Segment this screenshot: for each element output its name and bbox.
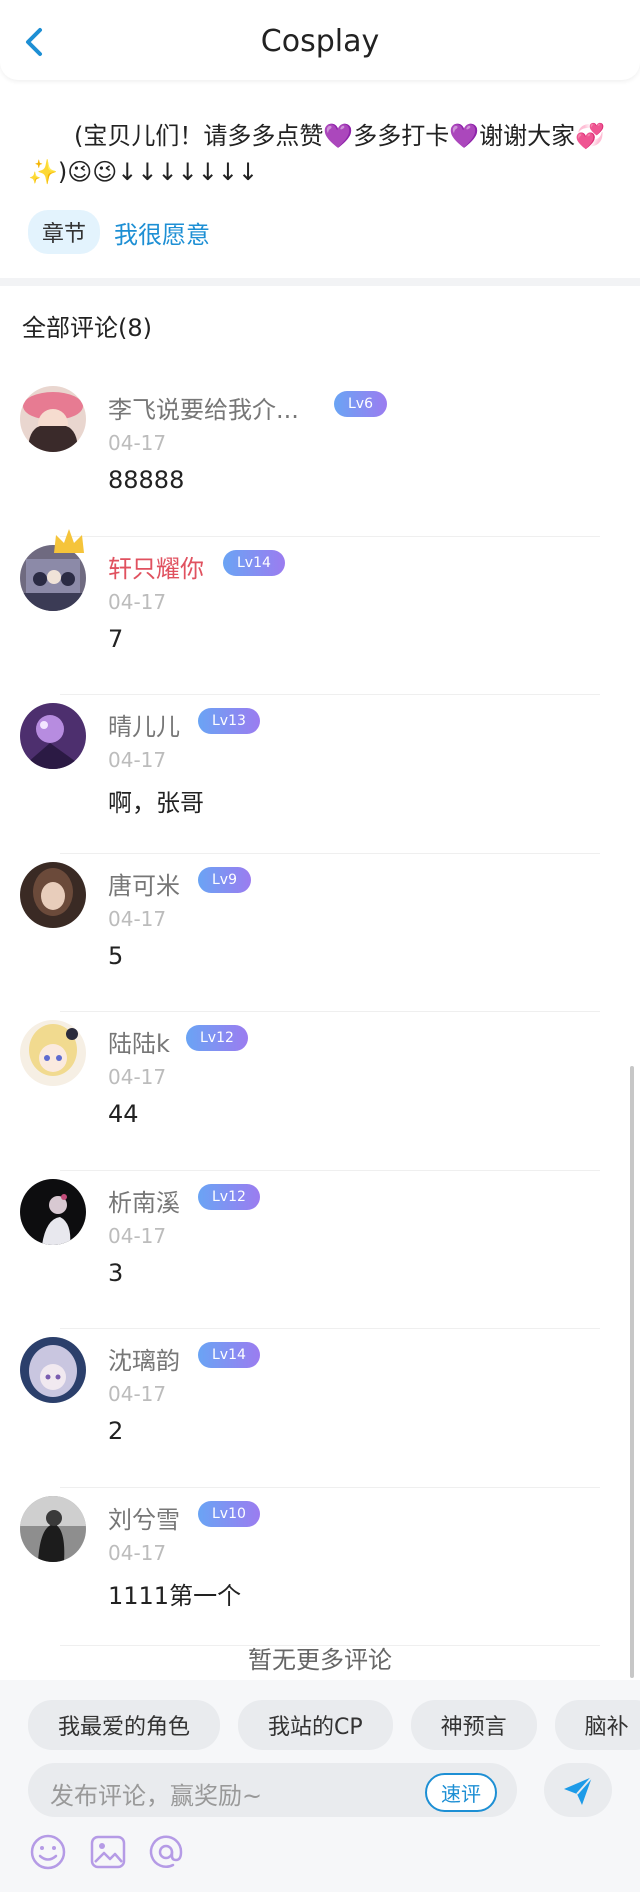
emoji-icon[interactable] xyxy=(28,1832,68,1872)
avatar[interactable] xyxy=(20,386,86,452)
avatar[interactable] xyxy=(20,861,86,928)
level-badge: Lv6 xyxy=(334,391,387,417)
post-body: (宝贝儿们！请多多点赞💜多多打卡💜谢谢大家💞✨)😉😉↓↓↓↓↓↓↓ xyxy=(28,118,608,190)
quick-tag[interactable]: 我最爱的角色 xyxy=(28,1700,221,1750)
comment-user-name[interactable]: 轩只耀你 xyxy=(108,549,204,584)
comment-composer: 我最爱的角色 我站的CP 神预言 脑补 发布评论，赢奖励~ 速评 xyxy=(0,1680,640,1892)
no-more-comments: 暂无更多评论 xyxy=(248,1646,392,1674)
scrollbar[interactable] xyxy=(630,1066,634,1678)
comment-date: 04-17 xyxy=(108,906,167,931)
level-badge: Lv12 xyxy=(186,1025,248,1051)
comment-input-placeholder: 发布评论，赢奖励~ xyxy=(50,1782,263,1810)
comment-date: 04-17 xyxy=(108,1065,167,1089)
mention-icon[interactable] xyxy=(146,1832,186,1872)
post-text: (宝贝儿们！请多多点赞💜多多打卡💜谢谢大家💞✨)😉😉↓↓↓↓↓↓↓ xyxy=(28,122,606,186)
quick-tag[interactable]: 我站的CP xyxy=(238,1700,393,1750)
comment-date: 04-17 xyxy=(108,748,167,772)
comment-text: 7 xyxy=(108,624,124,653)
comment-item[interactable]: 唐可米 Lv9 04-17 5 xyxy=(0,854,640,1012)
level-badge: Lv12 xyxy=(198,1183,260,1210)
comment-user-name[interactable]: 析南溪 xyxy=(108,1183,180,1218)
page-title: Cosplay xyxy=(260,24,380,59)
comments-title: 全部评论(8) xyxy=(22,314,152,342)
comment-user-name[interactable]: 沈璃韵 xyxy=(108,1341,180,1376)
send-button[interactable] xyxy=(544,1763,612,1817)
comment-text: 44 xyxy=(108,1100,139,1128)
avatar[interactable] xyxy=(20,1337,86,1403)
avatar[interactable] xyxy=(20,1178,86,1245)
comment-item[interactable]: 刘兮雪 Lv10 04-17 1111第一个 xyxy=(0,1488,640,1646)
comment-list: 李飞说要给我介... Lv6 04-17 88888 轩只耀你 Lv14 04-… xyxy=(0,378,640,1646)
image-icon[interactable] xyxy=(88,1832,128,1872)
avatar[interactable] xyxy=(20,1495,86,1562)
comment-user-name[interactable]: 唐可米 xyxy=(108,866,180,901)
avatar[interactable] xyxy=(20,703,86,769)
comment-date: 04-17 xyxy=(108,1540,167,1565)
avatar[interactable] xyxy=(20,1020,86,1086)
comment-text: 5 xyxy=(108,941,124,970)
comment-item[interactable]: 轩只耀你 Lv14 04-17 7 xyxy=(0,528,640,695)
comment-text: 3 xyxy=(108,1258,124,1287)
quick-tag-row: 我最爱的角色 我站的CP 神预言 脑补 xyxy=(28,1700,640,1750)
comment-user-name[interactable]: 晴儿儿 xyxy=(108,707,180,742)
comment-text: 1111第一个 xyxy=(108,1581,242,1610)
comment-input[interactable]: 发布评论，赢奖励~ 速评 xyxy=(28,1763,517,1817)
level-badge: Lv14 xyxy=(223,549,285,576)
crown-icon xyxy=(54,528,84,553)
section-divider xyxy=(0,278,640,286)
comment-date: 04-17 xyxy=(108,1223,167,1248)
level-badge: Lv14 xyxy=(198,1342,260,1368)
chapter-chip: 章节 xyxy=(28,210,101,254)
comment-user-name[interactable]: 李飞说要给我介... xyxy=(108,390,299,425)
quick-tag[interactable]: 神预言 xyxy=(410,1700,537,1750)
comment-item[interactable]: 晴儿儿 Lv13 04-17 啊，张哥 xyxy=(0,695,640,854)
chapter-link[interactable]: 我很愿意 xyxy=(114,215,210,250)
quick-review-button[interactable]: 速评 xyxy=(425,1773,497,1812)
top-bar: Cosplay xyxy=(0,0,640,80)
comment-text: 2 xyxy=(108,1417,124,1445)
quick-tag[interactable]: 脑补 xyxy=(554,1700,640,1750)
comment-item[interactable]: 陆陆k Lv12 04-17 44 xyxy=(0,1012,640,1171)
comment-user-name[interactable]: 陆陆k xyxy=(108,1024,170,1059)
comment-date: 04-17 xyxy=(108,431,167,455)
comment-text: 88888 xyxy=(108,466,185,494)
level-badge: Lv10 xyxy=(198,1500,260,1527)
comment-text: 啊，张哥 xyxy=(108,789,204,817)
comment-item[interactable]: 李飞说要给我介... Lv6 04-17 88888 xyxy=(0,378,640,537)
comment-item[interactable]: 析南溪 Lv12 04-17 3 xyxy=(0,1171,640,1329)
comment-item[interactable]: 沈璃韵 Lv14 04-17 2 xyxy=(0,1329,640,1488)
comment-date: 04-17 xyxy=(108,1382,167,1406)
level-badge: Lv13 xyxy=(198,708,260,734)
level-badge: Lv9 xyxy=(198,866,251,893)
send-icon xyxy=(564,1776,593,1805)
chapter-row: 章节 我很愿意 xyxy=(28,210,210,254)
comment-date: 04-17 xyxy=(108,589,167,614)
comment-user-name[interactable]: 刘兮雪 xyxy=(108,1500,180,1535)
